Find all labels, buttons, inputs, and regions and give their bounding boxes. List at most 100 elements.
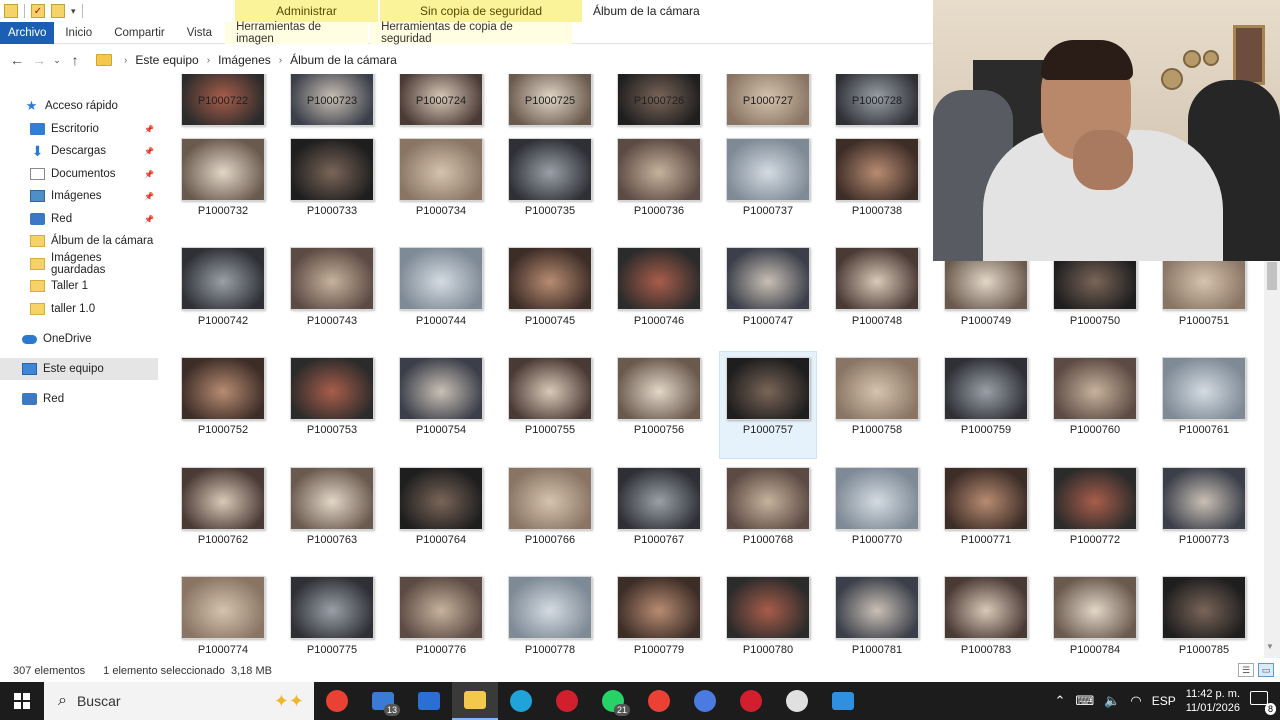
nav-item-label: Taller 1	[51, 280, 89, 292]
clock-time: 11:42 p. m.	[1185, 688, 1240, 700]
clock[interactable]: 11:42 p. m. 11/01/2026	[1186, 687, 1240, 715]
chevron-right-icon[interactable]: ›	[207, 55, 210, 66]
photo-thumbnail-image	[835, 357, 919, 420]
photo-thumbnail-image	[290, 247, 374, 310]
back-arrow-icon[interactable]: ←	[6, 52, 28, 68]
nav-item[interactable]: Este equipo	[0, 358, 158, 380]
tab-share[interactable]: Compartir	[103, 22, 175, 44]
taskbar-app[interactable]	[820, 682, 866, 720]
item-count: 307 elementos	[13, 665, 86, 677]
system-tray: ⌃ ⌨ 🔈 ◠ ESP 11:42 p. m. 11/01/2026 8	[1055, 687, 1280, 715]
taskbar-app[interactable]	[682, 682, 728, 720]
taskbar-app[interactable]	[498, 682, 544, 720]
photo-thumbnail-image	[290, 138, 374, 201]
chevron-right-icon[interactable]: ›	[124, 55, 127, 66]
quick-access-toolbar: ✓ ▾	[0, 0, 235, 22]
file-name: P1000758	[851, 424, 903, 436]
nav-item[interactable]: OneDrive	[0, 328, 158, 350]
view-toggles: ☰ ▭	[1238, 663, 1274, 677]
nav-item[interactable]: ★ Acceso rápido	[0, 95, 158, 117]
file-name: P1000772	[1069, 534, 1121, 546]
file-name: P1000762	[197, 534, 249, 546]
file-name: P1000785	[1178, 644, 1230, 656]
breadcrumb-item[interactable]: Álbum de la cámara	[290, 53, 397, 67]
taskbar-app[interactable]	[636, 682, 682, 720]
photo-thumbnail-image	[1053, 576, 1137, 639]
desktop-icon	[30, 123, 45, 135]
file-name: P1000761	[1178, 424, 1230, 436]
star-icon: ★	[25, 98, 38, 113]
nav-item[interactable]: Escritorio 📌	[0, 118, 158, 140]
nav-item[interactable]: ⬇ Descargas 📌	[0, 140, 158, 162]
photo-thumbnail-image	[835, 138, 919, 201]
nav-item[interactable]: taller 1.0	[0, 298, 158, 320]
file-name: P1000778	[524, 644, 576, 656]
tab-file[interactable]: Archivo	[0, 21, 55, 44]
photo-thumbnail-image	[835, 247, 919, 310]
up-arrow-icon[interactable]: ↑	[64, 52, 86, 68]
forward-arrow-icon[interactable]: →	[28, 52, 50, 68]
nav-item-label: OneDrive	[43, 333, 92, 345]
nav-item[interactable]: Red	[0, 388, 158, 410]
nav-item[interactable]: Imágenes guardadas	[0, 252, 158, 276]
file-name: P1000724	[415, 95, 467, 107]
chevron-up-icon[interactable]: ⌃	[1055, 693, 1066, 709]
volume-icon[interactable]: 🔈	[1104, 693, 1120, 709]
nav-item[interactable]: Álbum de la cámara	[0, 230, 158, 252]
taskbar-app[interactable]: 21	[590, 682, 636, 720]
breadcrumb[interactable]: › Este equipo › Imágenes › Álbum de la c…	[96, 49, 933, 71]
new-folder-icon[interactable]	[51, 4, 65, 18]
taskbar-app[interactable]	[452, 682, 498, 720]
folder-icon[interactable]	[4, 4, 18, 18]
file-name: P1000759	[960, 424, 1012, 436]
photo-thumbnail-image	[290, 467, 374, 530]
scroll-down-icon[interactable]: ▼	[1266, 642, 1274, 651]
tab-image-tools[interactable]: Herramientas de imagen	[225, 21, 369, 45]
file-name: P1000763	[306, 534, 358, 546]
photo-thumbnail-image	[726, 247, 810, 310]
details-view-icon[interactable]: ☰	[1238, 663, 1254, 677]
breadcrumb-item[interactable]: Imágenes	[218, 53, 271, 67]
file-name: P1000728	[851, 95, 903, 107]
ime-icon[interactable]: ⌨	[1075, 693, 1094, 709]
nav-item[interactable]: Imágenes 📌	[0, 185, 158, 207]
taskbar-app[interactable]: 13	[360, 682, 406, 720]
taskbar-app[interactable]	[544, 682, 590, 720]
tab-backup-tools[interactable]: Herramientas de copia de seguridad	[370, 21, 573, 45]
notification-center[interactable]: 8	[1250, 691, 1276, 715]
properties-icon[interactable]: ✓	[31, 4, 45, 18]
taskbar-app[interactable]	[406, 682, 452, 720]
chevron-right-icon[interactable]: ›	[279, 55, 282, 66]
recent-locations-icon[interactable]: ⌄	[50, 55, 64, 66]
file-name: P1000779	[633, 644, 685, 656]
taskbar-app[interactable]	[314, 682, 360, 720]
file-name: P1000764	[415, 534, 467, 546]
breadcrumb-item[interactable]: Este equipo	[135, 53, 198, 67]
taskbar-apps: 13 21	[314, 682, 866, 720]
chrome-alt-icon	[648, 690, 670, 712]
start-button[interactable]	[0, 682, 44, 720]
nav-item[interactable]: Taller 1	[0, 275, 158, 297]
nav-item[interactable]: Red 📌	[0, 208, 158, 230]
scrollbar-thumb[interactable]	[1267, 262, 1277, 290]
tab-home[interactable]: Inicio	[54, 22, 103, 44]
network-icon	[22, 393, 37, 405]
wifi-icon[interactable]: ◠	[1130, 693, 1141, 709]
taskbar-app[interactable]	[728, 682, 774, 720]
tab-view[interactable]: Vista	[176, 22, 223, 44]
sparkle-icon[interactable]: ✦✦	[274, 691, 304, 712]
pictures-icon	[30, 190, 45, 202]
taskbar-app[interactable]	[774, 682, 820, 720]
nav-item-label: Red	[51, 213, 73, 225]
documents-icon	[30, 168, 45, 180]
taskbar-search[interactable]: ⌕ Buscar ✦✦	[44, 682, 314, 720]
file-name: P1000770	[851, 534, 903, 546]
customize-qat-icon[interactable]: ▾	[71, 6, 76, 17]
large-icons-view-icon[interactable]: ▭	[1258, 663, 1274, 677]
file-name: P1000733	[306, 205, 358, 217]
nav-item[interactable]: Documentos 📌	[0, 163, 158, 185]
navigation-pane: ★ Acceso rápido Escritorio 📌 ⬇ Descargas 📌 Docu…	[0, 88, 158, 658]
language-indicator[interactable]: ESP	[1152, 694, 1176, 708]
folder-icon	[30, 280, 45, 292]
file-name: P1000784	[1069, 644, 1121, 656]
